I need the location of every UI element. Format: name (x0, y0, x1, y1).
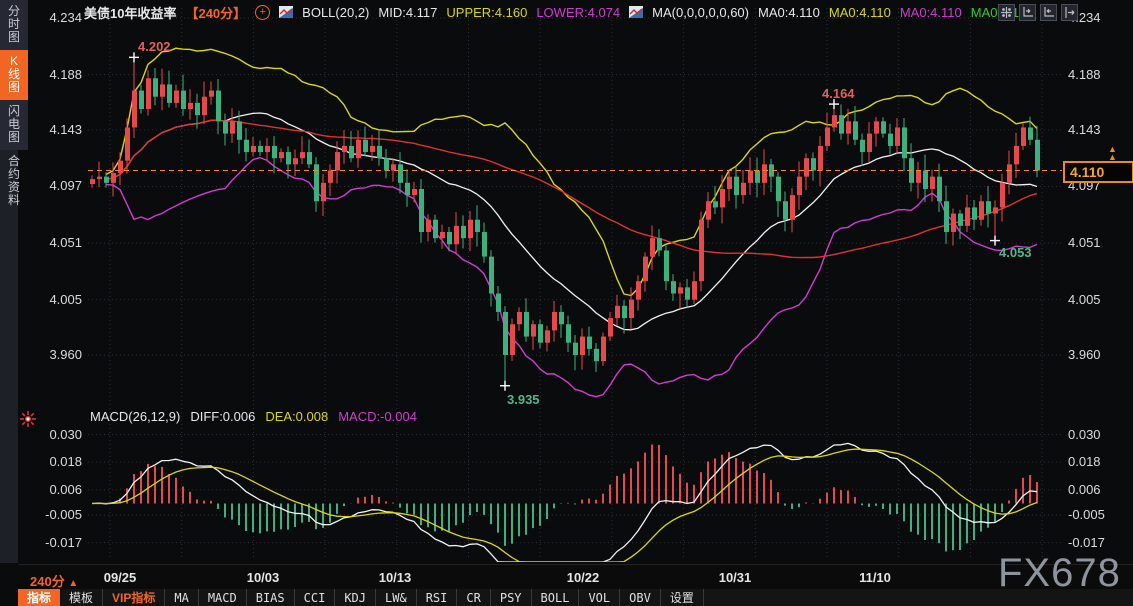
toolbar-item-0[interactable]: 指标 (18, 589, 60, 606)
boll-indicator-chart-icon[interactable] (279, 6, 293, 18)
toolbar-item-9[interactable]: RSI (417, 589, 458, 606)
ma-value-0: MA0:4.110 (758, 5, 820, 20)
left-sidebar: 分时图K线图闪电图合约资料 (0, 0, 28, 150)
boll-label: BOLL(20,2) (302, 5, 369, 20)
sidebar-tab-3[interactable]: 合约资料 (0, 150, 28, 213)
crosshair-icon[interactable] (998, 4, 1015, 21)
sidebar-tab-0[interactable]: 分时图 (0, 0, 28, 50)
period-selector[interactable]: 240分 ▲ (30, 571, 78, 590)
chart-toolbar-top-right (998, 4, 1078, 21)
toolbar-item-3[interactable]: MA (165, 589, 198, 606)
macd-macd-value: MACD:-0.004 (338, 409, 417, 424)
toolbar-item-10[interactable]: CR (457, 589, 490, 606)
toolbar-item-5[interactable]: BIAS (247, 589, 295, 606)
boll-upper-value: UPPER:4.160 (446, 5, 527, 20)
toolbar-item-4[interactable]: MACD (199, 589, 247, 606)
toolbar-item-15[interactable]: 设置 (661, 589, 704, 606)
ma-indicator-chart-icon[interactable] (629, 6, 643, 18)
sidebar-tab-2[interactable]: 闪电图 (0, 100, 28, 150)
x-axis-row: 240分 ▲ (18, 564, 1133, 590)
trading-app-window: 分时图K线图闪电图合约资料 美债10年收益率 【240分】 + BOLL(20,… (0, 0, 1133, 606)
add-indicator-icon[interactable]: + (255, 5, 270, 20)
current-price-arrow-icon: ▲▲ (1108, 145, 1117, 161)
chart-canvas[interactable] (0, 0, 1133, 606)
ma-values: MA0:4.110MA0:4.110MA0:4.110MA0:4.1 (758, 5, 1019, 20)
boll-lower-value: LOWER:4.074 (536, 5, 620, 20)
pan-right-icon[interactable] (1061, 4, 1078, 21)
watermark: FX678 (998, 551, 1121, 596)
macd-diff-value: DIFF:0.006 (190, 409, 255, 424)
toolbar-item-13[interactable]: VOL (579, 589, 620, 606)
ma-value-2: MA0:4.110 (900, 5, 962, 20)
boll-mid-value: MID:4.117 (378, 5, 437, 20)
macd-header: MACD(26,12,9) DIFF:0.006 DEA:0.008 MACD:… (90, 409, 417, 424)
toolbar-item-12[interactable]: BOLL (532, 589, 580, 606)
indicator-alert-icon[interactable] (20, 411, 36, 427)
indicator-toolbar: 指标模板VIP指标MAMACDBIASCCIKDJLW&RSICRPSYBOLL… (18, 589, 1133, 606)
current-price-tag: 4.110 (1063, 161, 1133, 183)
period-up-arrow-icon: ▲ (68, 578, 78, 589)
toolbar-item-7[interactable]: KDJ (335, 589, 376, 606)
symbol-title: 美债10年收益率 (84, 3, 176, 22)
toolbar-item-2[interactable]: VIP指标 (103, 589, 165, 606)
timeframe-label[interactable]: 【240分】 (185, 3, 246, 22)
macd-dea-value: DEA:0.008 (265, 409, 328, 424)
sidebar-tab-1[interactable]: K线图 (0, 50, 28, 100)
axis-zoom-out-icon[interactable] (1040, 4, 1057, 21)
toolbar-item-11[interactable]: PSY (491, 589, 532, 606)
toolbar-item-14[interactable]: OBV (620, 589, 661, 606)
toolbar-item-8[interactable]: LW& (376, 589, 417, 606)
toolbar-item-1[interactable]: 模板 (60, 589, 103, 606)
macd-label: MACD(26,12,9) (90, 409, 180, 424)
toolbar-item-6[interactable]: CCI (295, 589, 336, 606)
axis-zoom-in-icon[interactable] (1019, 4, 1036, 21)
ma-value-1: MA0:4.110 (829, 5, 891, 20)
chart-header: 美债10年收益率 【240分】 + BOLL(20,2) MID:4.117 U… (84, 3, 1019, 21)
ma-label: MA(0,0,0,0,0,60) (652, 5, 749, 20)
